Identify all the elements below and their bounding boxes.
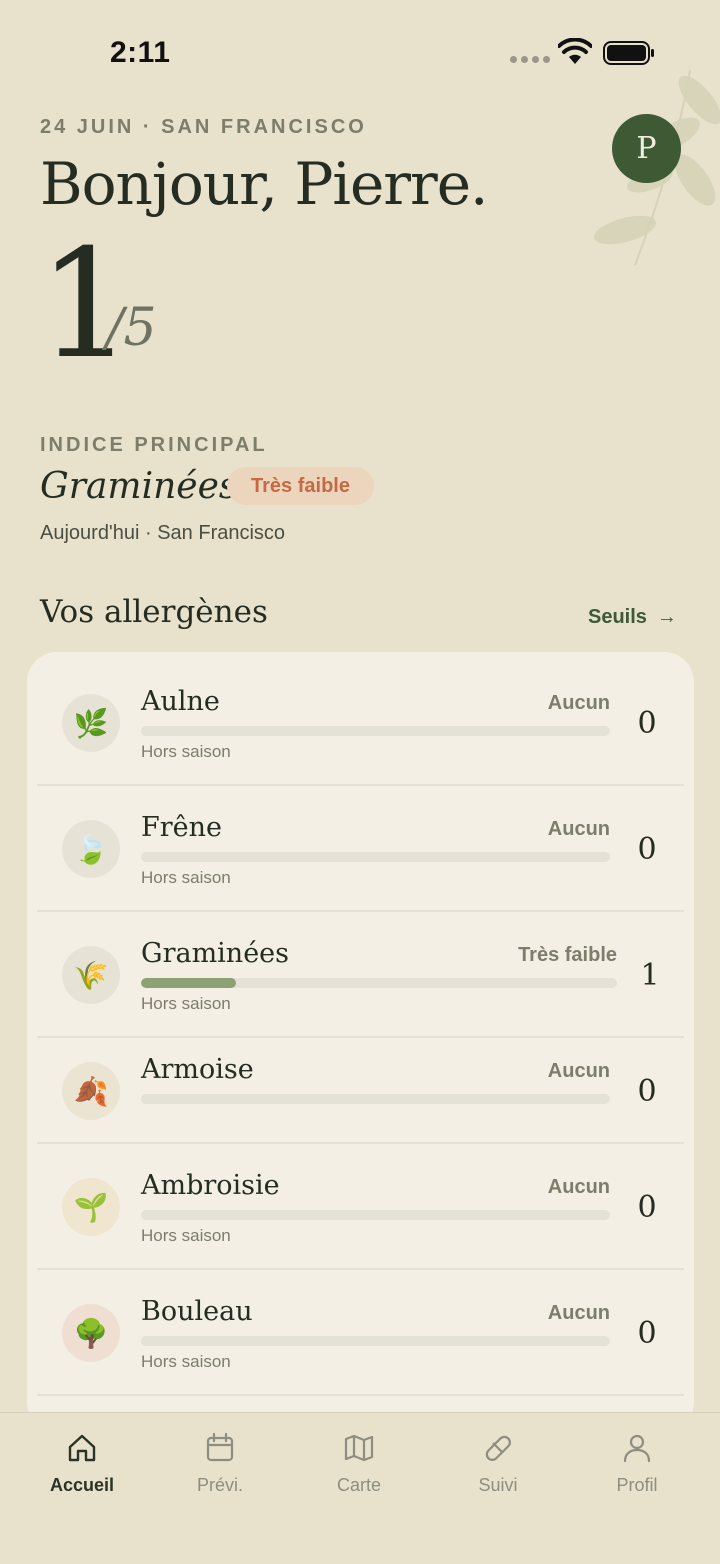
- home-icon: [68, 1434, 96, 1462]
- allergen-index-value: 0: [637, 706, 657, 741]
- nav-tab-accueil[interactable]: Accueil: [22, 1431, 142, 1496]
- allergen-index-value: 0: [637, 1074, 657, 1109]
- thresholds-link[interactable]: Seuils →: [588, 606, 677, 629]
- allergen-level-bar: [141, 1336, 610, 1346]
- nav-tab-label: Carte: [336, 1475, 381, 1495]
- main-level-badge: Très faible: [227, 467, 374, 505]
- arrow-right-icon: →: [656, 606, 677, 628]
- allergen-season-status: Hors saison: [141, 1226, 231, 1245]
- fallen-leaf-icon: 🍂: [62, 1062, 120, 1120]
- allergen-level-bar: [141, 1094, 610, 1104]
- allergen-level: Très faible: [518, 944, 617, 966]
- allergen-row[interactable]: 🍂 Armoise Aucun 0: [37, 1038, 684, 1144]
- allergen-level: Aucun: [547, 818, 610, 840]
- allergen-name: Ambroisie: [141, 1170, 280, 1201]
- nav-tab-profil[interactable]: Profil: [577, 1431, 697, 1496]
- date-location: 24 JUIN · SAN FRANCISCO: [40, 116, 367, 138]
- nav-tab-label: Suivi: [478, 1475, 518, 1495]
- allergen-level-bar-fill: [141, 978, 237, 988]
- nav-tab-label: Prévi.: [196, 1475, 243, 1495]
- nav-tab-label: Accueil: [49, 1475, 115, 1495]
- allergen-level: Aucun: [547, 692, 610, 714]
- allergen-row[interactable]: 🍃 Frêne Aucun Hors saison 0: [37, 786, 684, 912]
- pill-icon: [485, 1435, 511, 1461]
- nav-tab-carte[interactable]: Carte: [299, 1431, 419, 1496]
- allergen-name: Armoise: [141, 1054, 254, 1085]
- allergen-name: Graminées: [141, 938, 290, 969]
- allergen-row[interactable]: 🌳 Bouleau Aucun Hors saison 0: [37, 1270, 684, 1396]
- allergen-season-status: Hors saison: [141, 742, 231, 761]
- allergen-name: Aulne: [141, 686, 220, 717]
- allergens-section-title: Vos allergènes: [40, 594, 268, 630]
- allergen-level-bar: [141, 726, 610, 736]
- allergen-list-card: 🌿 Aulne Aucun Hors saison 0 🍃 Frêne Aucun Hors s…: [27, 652, 694, 1432]
- person-icon: [623, 1434, 651, 1463]
- nav-tab-label: Profil: [616, 1475, 658, 1495]
- main-subtitle: Aujourd'hui · San Francisco: [40, 522, 286, 544]
- nav-tab-prvi[interactable]: Prévi.: [160, 1431, 280, 1496]
- herb-icon: 🌿: [62, 694, 120, 752]
- allergen-level: Aucun: [547, 1060, 610, 1082]
- map-icon: [344, 1434, 374, 1462]
- nav-tab-suivi[interactable]: Suivi: [438, 1431, 558, 1496]
- allergen-name: Frêne: [141, 812, 222, 843]
- allergen-season-status: Hors saison: [141, 868, 231, 887]
- tree-icon: 🌳: [62, 1304, 120, 1362]
- allergen-index-value: 0: [637, 1316, 657, 1351]
- allergen-name: Bouleau: [141, 1296, 253, 1327]
- allergen-level: Aucun: [547, 1176, 610, 1198]
- allergen-row[interactable]: 🌾 Graminées Très faible Hors saison 1: [37, 912, 684, 1038]
- allergen-level-bar: [141, 1210, 610, 1220]
- allergen-level-bar: [141, 852, 610, 862]
- greeting-title: Bonjour, Pierre.: [40, 150, 488, 218]
- cellular-signal-icon: [510, 56, 550, 63]
- seedling-icon: 🌱: [62, 1178, 120, 1236]
- allergen-level-bar: [141, 978, 617, 988]
- main-index-label: INDICE PRINCIPAL: [40, 434, 268, 456]
- main-index-max: /5: [106, 298, 157, 358]
- allergen-season-status: Hors saison: [141, 1352, 231, 1371]
- avatar[interactable]: P: [612, 114, 681, 183]
- allergen-level: Aucun: [547, 1302, 610, 1324]
- status-time: 2:11: [110, 36, 171, 69]
- main-allergen-name: Graminées: [40, 466, 238, 507]
- thresholds-link-label: Seuils: [588, 606, 647, 628]
- allergen-row[interactable]: 🌱 Ambroisie Aucun Hors saison 0: [37, 1144, 684, 1270]
- allergen-index-value: 0: [637, 1190, 657, 1225]
- calendar-icon: [206, 1432, 234, 1462]
- bottom-navigation: Accueil Prévi. Carte Suivi Profil: [0, 1412, 720, 1564]
- leaf-icon: 🍃: [62, 820, 120, 878]
- allergen-index-value: 0: [637, 832, 657, 867]
- grain-icon: 🌾: [62, 946, 120, 1004]
- allergen-row[interactable]: 🌿 Aulne Aucun Hors saison 0: [37, 652, 684, 786]
- allergen-season-status: Hors saison: [141, 994, 231, 1013]
- allergen-index-value: 1: [640, 958, 660, 993]
